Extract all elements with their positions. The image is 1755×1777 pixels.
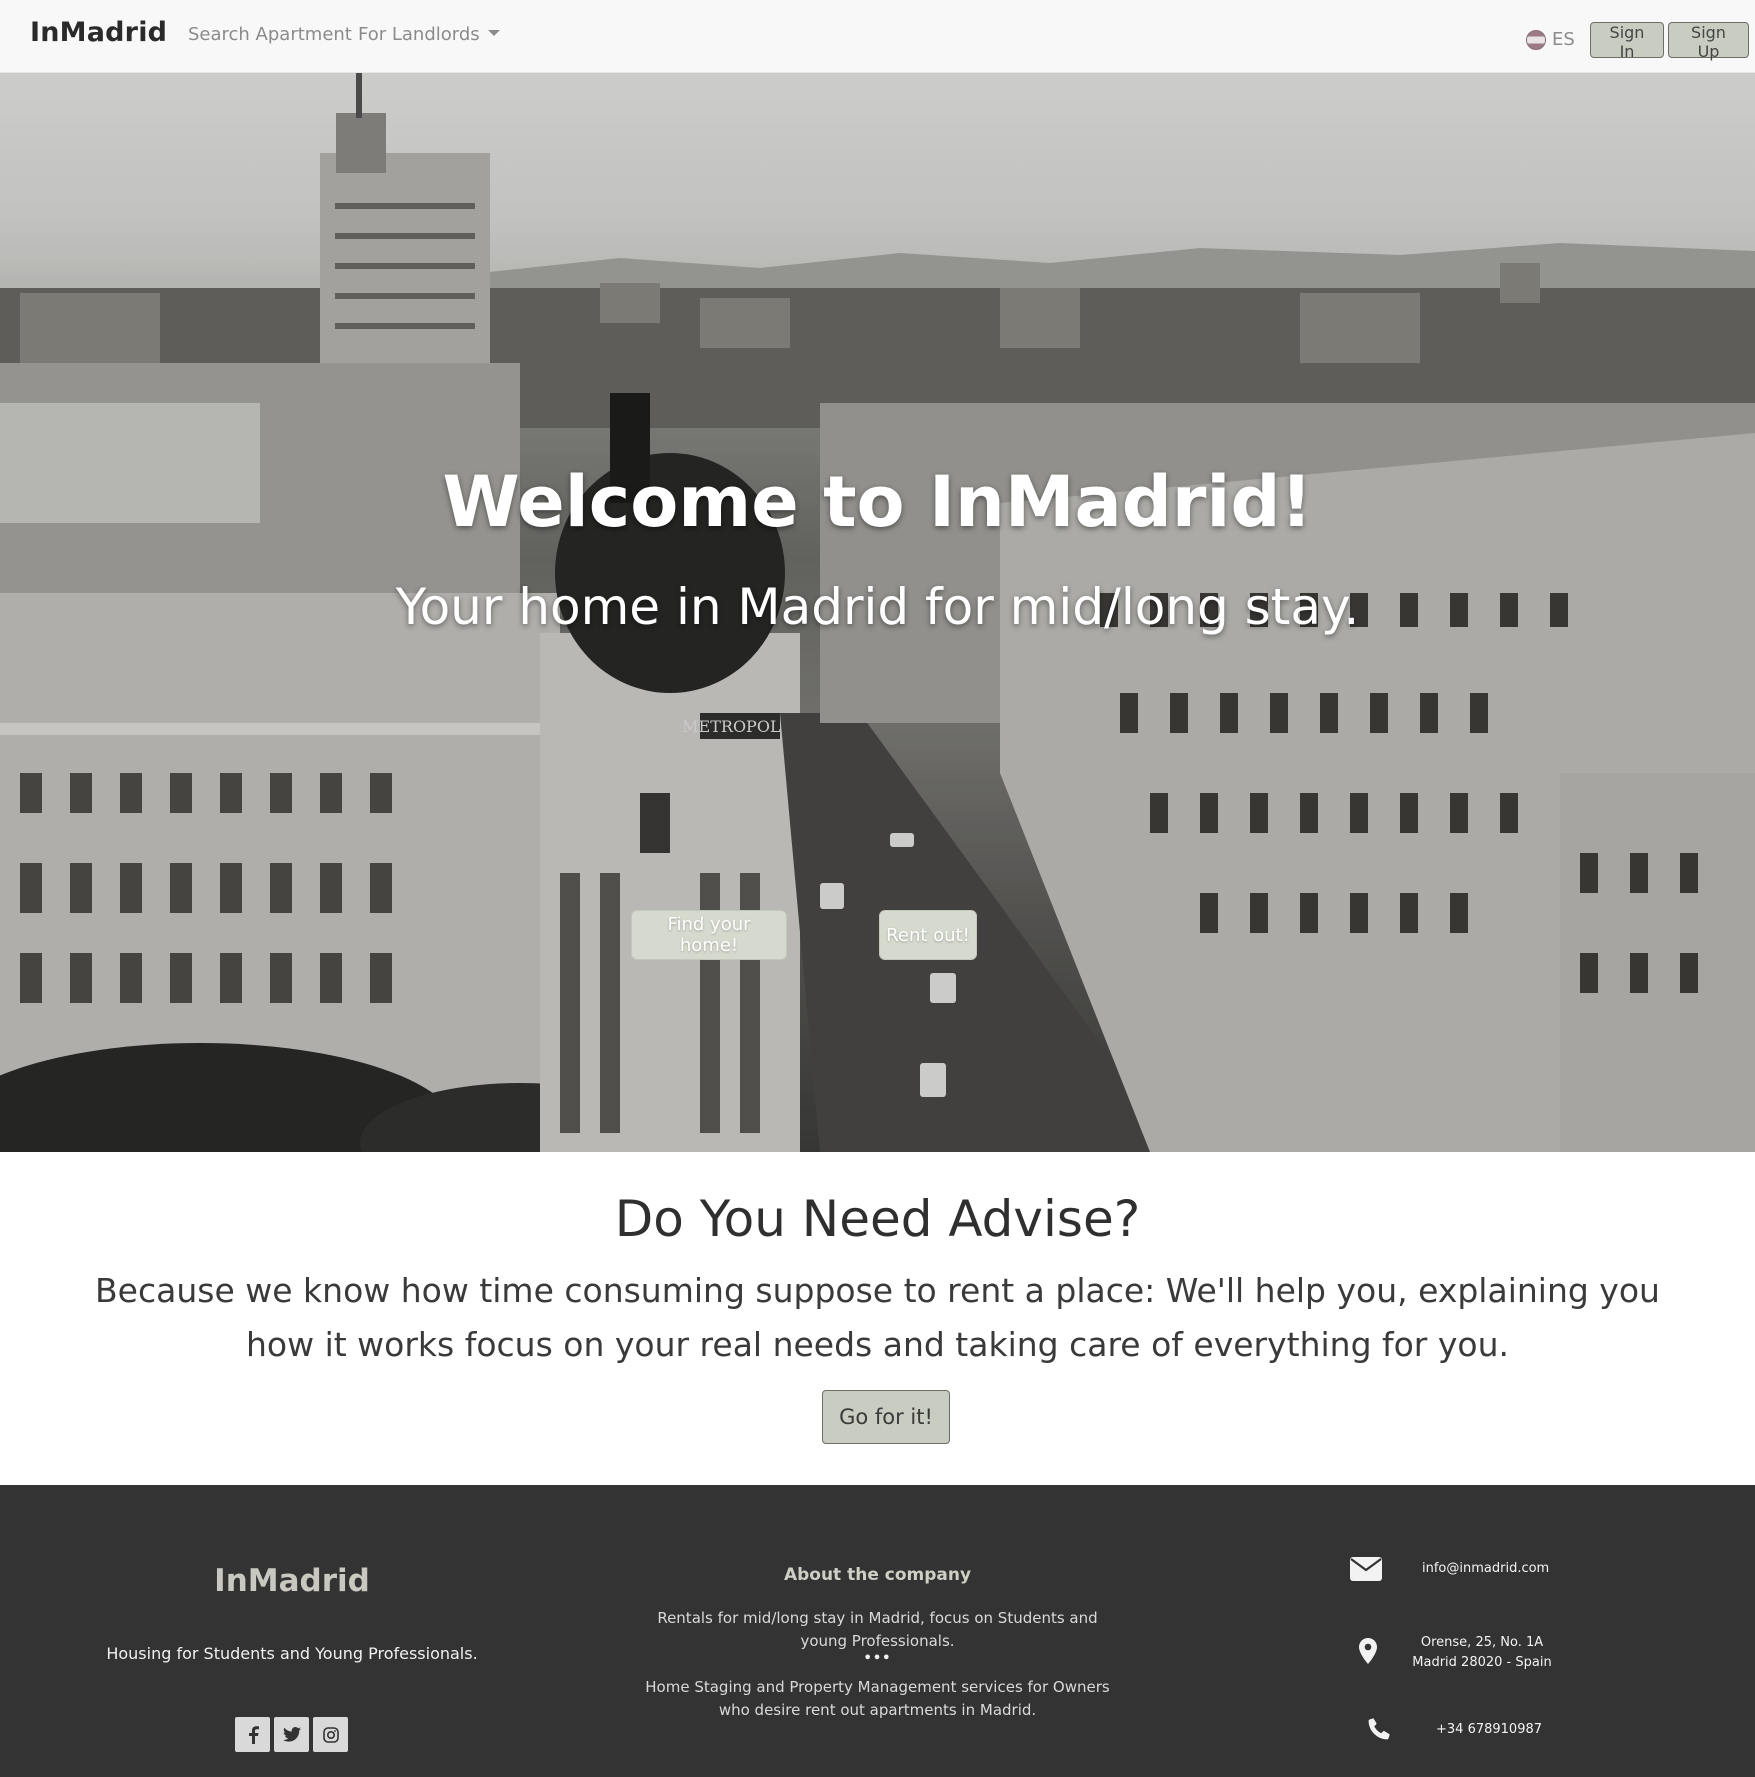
- advise-description: Because we know how time consuming suppo…: [95, 1271, 1660, 1364]
- hero-title: Welcome to InMadrid!: [442, 461, 1313, 543]
- phone-icon: [1367, 1717, 1391, 1745]
- spain-flag-icon: [1526, 29, 1546, 50]
- hero-section: METROPOLIS: [0, 73, 1755, 1152]
- brand-logo[interactable]: InMadrid: [30, 17, 167, 48]
- instagram-icon[interactable]: [313, 1717, 348, 1752]
- twitter-icon[interactable]: [274, 1717, 309, 1752]
- language-label: ES: [1552, 29, 1575, 50]
- location-pin-icon: [1359, 1638, 1377, 1668]
- envelope-icon: [1350, 1557, 1382, 1585]
- language-selector[interactable]: ES: [1526, 29, 1575, 50]
- go-for-it-button[interactable]: Go for it!: [822, 1390, 950, 1444]
- address-line-1: Orense, 25, No. 1A: [1420, 1635, 1544, 1650]
- nav-for-landlords-dropdown[interactable]: For Landlords: [358, 24, 500, 45]
- advise-heading: Do You Need Advise?: [614, 1190, 1141, 1248]
- nav-for-landlords-label: For Landlords: [358, 24, 480, 45]
- sign-up-button[interactable]: Sign Up: [1668, 22, 1749, 61]
- about-services-text: Home Staging and Property Management ser…: [645, 1678, 1110, 1719]
- about-company-heading: About the company: [783, 1565, 972, 1585]
- find-your-home-button[interactable]: Find your home!: [631, 910, 787, 960]
- about-separator: •••: [863, 1651, 892, 1666]
- social-links: [235, 1717, 348, 1752]
- contact-address: Orense, 25, No. 1A Madrid 28020 - Spain: [1412, 1633, 1552, 1673]
- address-line-2: Madrid 28020 - Spain: [1412, 1655, 1552, 1670]
- hero-subtitle: Your home in Madrid for mid/long stay.: [395, 578, 1360, 636]
- about-rentals-text: Rentals for mid/long stay in Madrid, foc…: [657, 1609, 1098, 1650]
- footer-brand[interactable]: InMadrid: [0, 1563, 584, 1599]
- nav-search-apartment[interactable]: Search Apartment: [188, 24, 352, 45]
- facebook-icon[interactable]: [235, 1717, 270, 1752]
- sign-in-button[interactable]: Sign In: [1590, 22, 1664, 61]
- footer-tagline: Housing for Students and Young Professio…: [106, 1644, 478, 1663]
- contact-phone[interactable]: +34 678910987: [1436, 1722, 1542, 1737]
- top-navbar: InMadrid Search Apartment For Landlords …: [0, 0, 1755, 73]
- footer: InMadrid Housing for Students and Young …: [0, 1485, 1755, 1777]
- chevron-down-icon: [487, 30, 500, 36]
- rent-out-button[interactable]: Rent out!: [879, 910, 977, 960]
- contact-email[interactable]: info@inmadrid.com: [1422, 1561, 1549, 1576]
